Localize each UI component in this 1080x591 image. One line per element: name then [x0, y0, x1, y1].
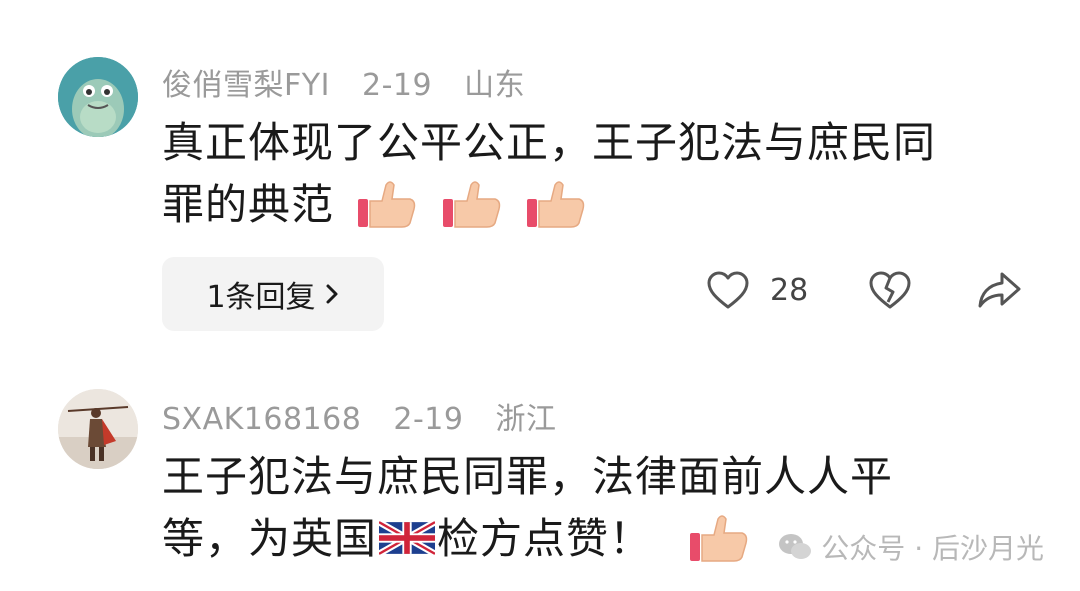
- comment-meta: SXAK168168 2-19 浙江: [162, 394, 579, 438]
- comment-text: 真正体现了公平公正，王子犯法与庶民同 罪的典范: [162, 112, 1012, 236]
- comment-text-line: 真正体现了公平公正，王子犯法与庶民同: [162, 118, 937, 167]
- watermark: 公众号 · 后沙月光: [777, 527, 1044, 567]
- comment-actions: 28: [0, 270, 1080, 320]
- comment-list: 俊俏雪梨FYI 2-19 山东 真正体现了公平公正，王子犯法与庶民同 罪的典范: [0, 0, 1080, 591]
- broken-heart-icon: [869, 271, 911, 309]
- username[interactable]: SXAK168168: [162, 402, 361, 437]
- comment-item: 俊俏雪梨FYI 2-19 山东 真正体现了公平公正，王子犯法与庶民同 罪的典范: [0, 0, 1080, 360]
- heart-icon: [707, 271, 749, 309]
- wechat-icon: [779, 534, 812, 559]
- comment-date: 2-19: [361, 68, 433, 103]
- comment-text-fragment: 罪的典范: [162, 180, 335, 229]
- frog-avatar-icon: [58, 57, 138, 137]
- user-avatar[interactable]: [58, 389, 138, 469]
- user-avatar[interactable]: [58, 57, 138, 137]
- comment-location: 山东: [464, 68, 526, 103]
- share-arrow-icon: [978, 272, 1021, 308]
- like-button[interactable]: 28: [706, 270, 808, 310]
- thumbs-up-icon: [527, 180, 585, 228]
- share-button[interactable]: [976, 270, 1022, 310]
- warrior-avatar-icon: [58, 389, 138, 469]
- thumbs-up-icon: [690, 514, 748, 562]
- uk-flag-icon: [379, 520, 436, 555]
- comment-meta: 俊俏雪梨FYI 2-19 山东: [162, 60, 547, 104]
- thumbs-up-icon: [358, 180, 416, 228]
- comment-text-fragment: 等，为英国: [162, 514, 378, 563]
- comment-location: 浙江: [495, 402, 557, 437]
- comment-text-line: 王子犯法与庶民同罪，法律面前人人平: [162, 452, 894, 501]
- comment-text-fragment: 检方点赞！: [437, 514, 653, 563]
- username[interactable]: 俊俏雪梨FYI: [162, 68, 330, 103]
- thumbs-up-icon: [442, 180, 500, 228]
- like-count: 28: [770, 272, 809, 308]
- comment-text-line: 罪的典范: [162, 174, 1012, 236]
- dislike-button[interactable]: [868, 270, 912, 310]
- comment-date: 2-19: [393, 402, 464, 437]
- watermark-text: 公众号 · 后沙月光: [821, 532, 1044, 565]
